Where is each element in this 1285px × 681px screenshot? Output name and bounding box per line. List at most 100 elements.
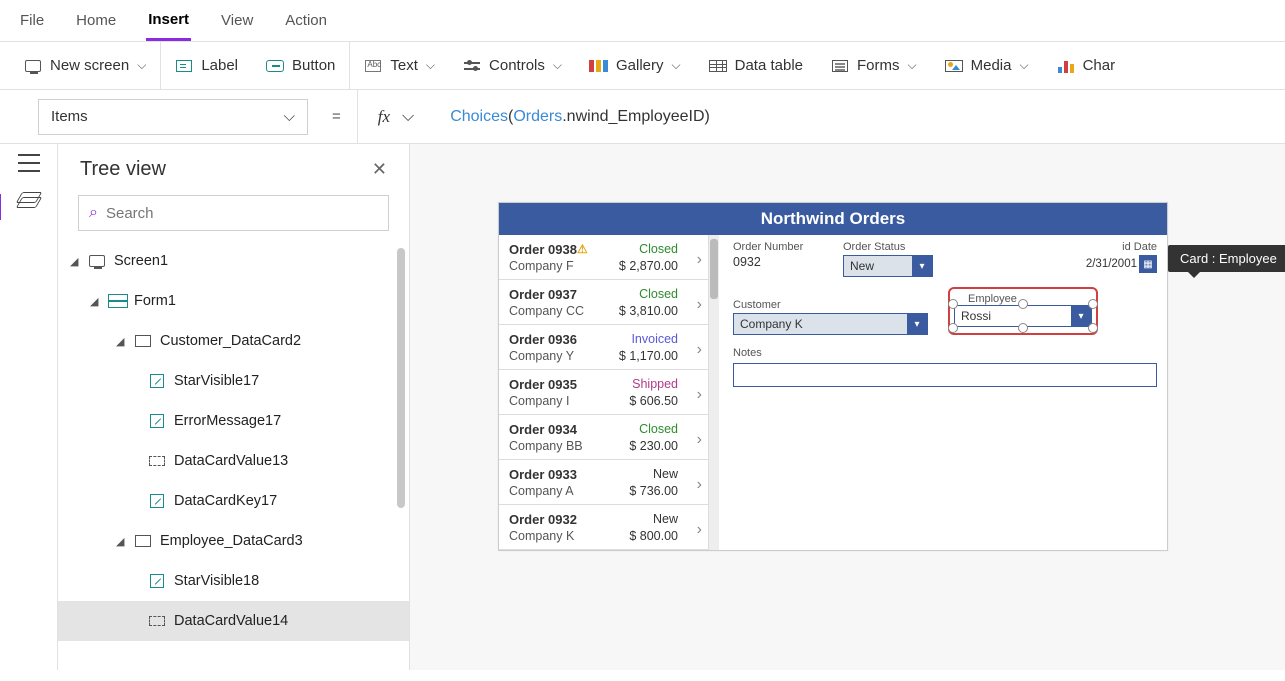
control-icon <box>148 574 166 588</box>
order-status: New <box>653 512 678 526</box>
formula-input[interactable]: Choices(Orders.nwind_EmployeeID) <box>438 108 710 126</box>
app-preview: Northwind Orders Order 0938⚠Company FClo… <box>498 202 1168 551</box>
property-dropdown[interactable]: Items ⌵ <box>38 99 308 135</box>
resize-handle[interactable] <box>1088 299 1098 309</box>
chevron-right-icon: › <box>697 431 702 449</box>
menu-insert[interactable]: Insert <box>146 1 191 41</box>
customer-value: Company K <box>734 314 907 334</box>
resize-handle[interactable] <box>948 323 958 333</box>
formula-bar: Items ⌵ = fx ⌵ Choices(Orders.nwind_Empl… <box>0 90 1285 144</box>
employee-card-selected[interactable]: Card : Employee Employee Rossi ▾ <box>948 287 1098 335</box>
chevron-right-icon: › <box>697 386 702 404</box>
insert-label-button[interactable]: Label <box>161 42 252 89</box>
table-icon <box>709 57 727 75</box>
tree-node-errormessage17[interactable]: ErrorMessage17 <box>58 401 409 441</box>
employee-label: Employee <box>968 293 1017 305</box>
gallery-icon <box>590 57 608 75</box>
customer-dropdown[interactable]: Company K ▾ <box>733 313 928 335</box>
order-row[interactable]: Order 0938⚠Company FClosed$ 2,870.00› <box>499 235 708 280</box>
resize-handle[interactable] <box>948 299 958 309</box>
resize-handle[interactable] <box>1018 323 1028 333</box>
resize-handle[interactable] <box>1088 323 1098 333</box>
tree-node-datacardvalue13[interactable]: DataCardValue13 <box>58 441 409 481</box>
chevron-right-icon: › <box>697 296 702 314</box>
employee-value: Rossi <box>955 306 1071 326</box>
insert-media-label: Media <box>971 57 1012 74</box>
tree-node-label: Employee_DataCard3 <box>160 533 303 549</box>
chart-icon <box>1057 57 1075 75</box>
tree-node-employee-card[interactable]: ◢ Employee_DataCard3 <box>58 521 409 561</box>
insert-gallery-button[interactable]: Gallery ⌵ <box>576 42 695 89</box>
order-price: $ 800.00 <box>629 529 678 543</box>
tree-node-datacardkey17[interactable]: DataCardKey17 <box>58 481 409 521</box>
tree-node-form1[interactable]: ◢ Form1 <box>58 281 409 321</box>
order-row[interactable]: Order 0932Company KNew$ 800.00› <box>499 505 708 550</box>
dropdown-icon <box>148 454 166 468</box>
order-price: $ 2,870.00 <box>619 259 678 273</box>
order-status: Invoiced <box>631 332 678 346</box>
order-status: Closed <box>639 242 678 256</box>
tree-scrollbar[interactable] <box>397 248 405 508</box>
order-form: Order Number 0932 Order Status New ▾ id … <box>719 235 1167 550</box>
tree-node-starvisible17[interactable]: StarVisible17 <box>58 361 409 401</box>
tree-search-input[interactable] <box>106 205 378 222</box>
order-status: Closed <box>639 287 678 301</box>
list-scrollbar[interactable] <box>709 235 719 550</box>
chevron-down-icon: ⌵ <box>137 58 146 73</box>
screen-icon <box>24 57 42 75</box>
fx-icon: fx <box>372 107 396 127</box>
chevron-right-icon: › <box>697 521 702 539</box>
left-rail <box>0 144 58 670</box>
customer-label: Customer <box>733 299 928 311</box>
tree-node-starvisible18[interactable]: StarVisible18 <box>58 561 409 601</box>
insert-media-button[interactable]: Media ⌵ <box>931 42 1043 89</box>
order-row[interactable]: Order 0934Company BBClosed$ 230.00› <box>499 415 708 460</box>
formula-object: Orders <box>513 108 562 125</box>
chevron-right-icon: › <box>697 341 702 359</box>
insert-controls-label: Controls <box>489 57 545 74</box>
order-price: $ 1,170.00 <box>619 349 678 363</box>
close-icon[interactable]: ✕ <box>372 159 387 180</box>
insert-button-button[interactable]: Button <box>252 42 349 89</box>
fx-button[interactable]: fx ⌵ <box>357 90 428 143</box>
menu-view[interactable]: View <box>219 2 255 39</box>
paid-date-label: id Date <box>1086 241 1157 253</box>
tree-view-icon[interactable] <box>19 192 39 208</box>
new-screen-button[interactable]: New screen ⌵ <box>10 42 160 89</box>
menu-home[interactable]: Home <box>74 2 118 39</box>
chevron-right-icon: › <box>697 476 702 494</box>
insert-controls-button[interactable]: Controls ⌵ <box>449 42 576 89</box>
tree-node-label: Form1 <box>134 293 176 309</box>
tree-search[interactable]: ⌕ <box>78 195 389 231</box>
tree-node-screen1[interactable]: ◢ Screen1 <box>58 241 409 281</box>
order-row[interactable]: Order 0937Company CCClosed$ 3,810.00› <box>499 280 708 325</box>
order-status: Closed <box>639 422 678 436</box>
canvas[interactable]: Northwind Orders Order 0938⚠Company FClo… <box>410 144 1285 670</box>
paid-date-input[interactable]: 2/31/2001 ▦ <box>1086 255 1157 273</box>
form-icon <box>108 294 126 308</box>
order-status-dropdown[interactable]: New ▾ <box>843 255 933 277</box>
tree-node-datacardvalue14[interactable]: DataCardValue14 <box>58 601 409 641</box>
insert-forms-button[interactable]: Forms ⌵ <box>817 42 931 89</box>
insert-datatable-label: Data table <box>735 57 803 74</box>
selection-tooltip: Card : Employee <box>1168 245 1285 272</box>
hamburger-icon[interactable] <box>18 154 40 172</box>
text-icon <box>364 57 382 75</box>
controls-icon <box>463 57 481 75</box>
insert-datatable-button[interactable]: Data table <box>695 42 817 89</box>
tree-node-label: DataCardKey17 <box>174 493 277 509</box>
tree-node-customer-card[interactable]: ◢ Customer_DataCard2 <box>58 321 409 361</box>
notes-input[interactable] <box>733 363 1157 387</box>
order-row[interactable]: Order 0936Company YInvoiced$ 1,170.00› <box>499 325 708 370</box>
button-icon <box>266 57 284 75</box>
order-row[interactable]: Order 0935Company IShipped$ 606.50› <box>499 370 708 415</box>
order-row[interactable]: Order 0933Company ANew$ 736.00› <box>499 460 708 505</box>
order-price: $ 230.00 <box>629 439 678 453</box>
menu-action[interactable]: Action <box>283 2 329 39</box>
order-list[interactable]: Order 0938⚠Company FClosed$ 2,870.00›Ord… <box>499 235 709 550</box>
resize-handle[interactable] <box>1018 299 1028 309</box>
menu-file[interactable]: File <box>18 2 46 39</box>
insert-text-button[interactable]: Text ⌵ <box>350 42 449 89</box>
insert-chart-button[interactable]: Char <box>1043 42 1130 89</box>
screen-icon <box>88 254 106 268</box>
